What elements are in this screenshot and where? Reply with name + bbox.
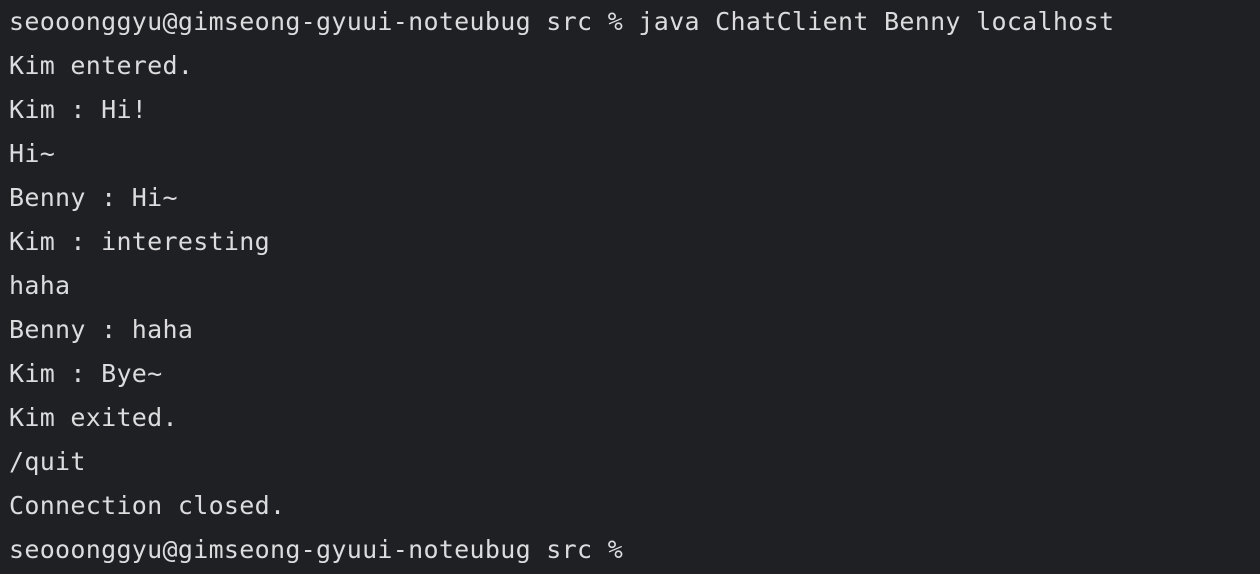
terminal-output-line: Kim exited. (9, 403, 178, 432)
terminal-prompt-line[interactable]: seooonggyu@gimseong-gyuui-noteubug src % (9, 528, 1260, 572)
terminal-output-line: Benny : Hi~ (9, 183, 178, 212)
terminal-window[interactable]: seooonggyu@gimseong-gyuui-noteubug src %… (0, 0, 1260, 574)
terminal-output-line: Kim : Hi! (9, 95, 148, 124)
terminal-input-line: /quit (9, 447, 86, 476)
terminal-output-line: Kim : Bye~ (9, 359, 163, 388)
terminal-input-line: haha (9, 271, 71, 300)
terminal-input-line: Hi~ (9, 139, 56, 168)
terminal-output-line: Connection closed. (9, 491, 286, 520)
terminal-output-line: Kim : interesting (9, 227, 270, 256)
terminal-output-line: Benny : haha (9, 315, 194, 344)
terminal-command-line: seooonggyu@gimseong-gyuui-noteubug src %… (9, 7, 1115, 36)
terminal-output-line: Kim entered. (9, 51, 194, 80)
